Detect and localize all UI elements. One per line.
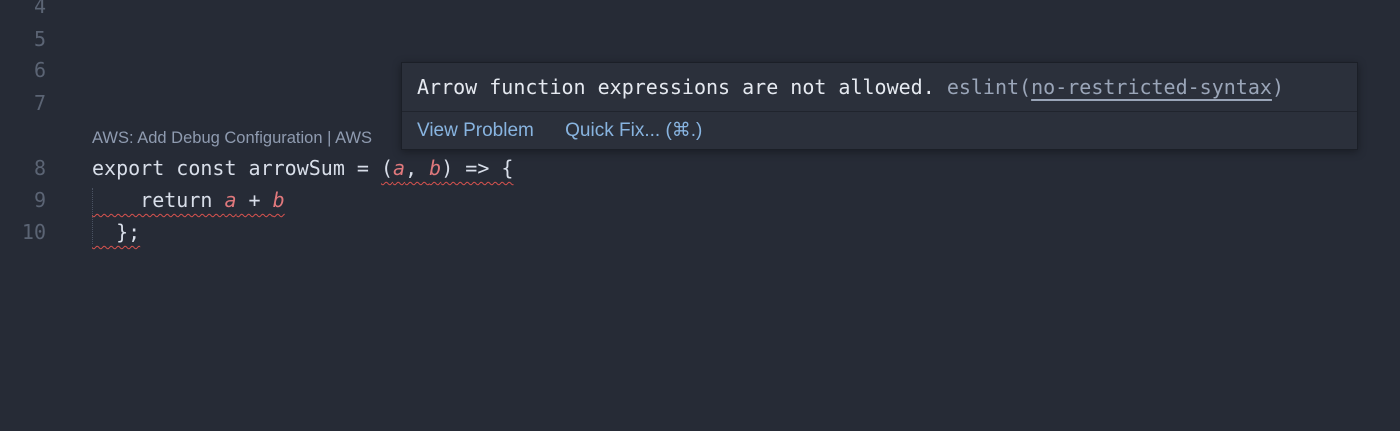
code-token: export const arrowSum = — [92, 156, 381, 180]
hover-source: eslint( — [946, 75, 1032, 99]
hover-message: Arrow function expressions are not allow… — [417, 71, 1284, 103]
hover-actions: View Problem Quick Fix... (⌘.) — [417, 115, 728, 147]
code-line-10[interactable]: }; — [92, 216, 140, 248]
code-line-9[interactable]: return a + b — [92, 184, 285, 216]
line-number: 4 — [33, 0, 46, 18]
code-token: + — [236, 188, 273, 212]
line-number: 9 — [33, 188, 46, 212]
line-number: 8 — [33, 156, 46, 180]
codelens-aws-debug[interactable]: AWS: Add Debug Configuration | AWS — [92, 124, 372, 152]
hover-message-text: Arrow function expressions are not allow… — [417, 75, 935, 99]
code-token: , — [405, 156, 430, 180]
code-token: ( — [380, 156, 394, 180]
param-b: b — [272, 188, 285, 212]
error-hover-popup: Arrow function expressions are not allow… — [401, 62, 1358, 150]
view-problem-button[interactable]: View Problem — [417, 120, 534, 141]
line-number: 6 — [33, 58, 46, 82]
error-squiggle-region[interactable]: }; — [92, 220, 140, 244]
param-a: a — [224, 188, 237, 212]
code-token: return — [92, 188, 225, 212]
hover-source-close: ) — [1271, 75, 1284, 99]
param-a: a — [393, 156, 406, 180]
line-number: 7 — [33, 91, 46, 115]
hover-divider — [402, 111, 1357, 112]
param-b: b — [429, 156, 442, 180]
error-squiggle-region[interactable]: (a, b) => { — [381, 156, 513, 180]
eslint-rule-link[interactable]: no-restricted-syntax — [1031, 75, 1272, 99]
line-number: 5 — [33, 27, 46, 51]
code-line-8[interactable]: export const arrowSum = (a, b) => { — [92, 152, 513, 184]
error-squiggle-region[interactable]: return a + b — [92, 188, 285, 212]
quick-fix-button[interactable]: Quick Fix... (⌘.) — [565, 120, 702, 141]
line-number: 10 — [21, 220, 46, 244]
code-editor[interactable]: 4 5 6 7 8 9 10 AWS: Add Debug Configurat… — [0, 0, 1400, 431]
code-token: ) => { — [441, 156, 514, 180]
